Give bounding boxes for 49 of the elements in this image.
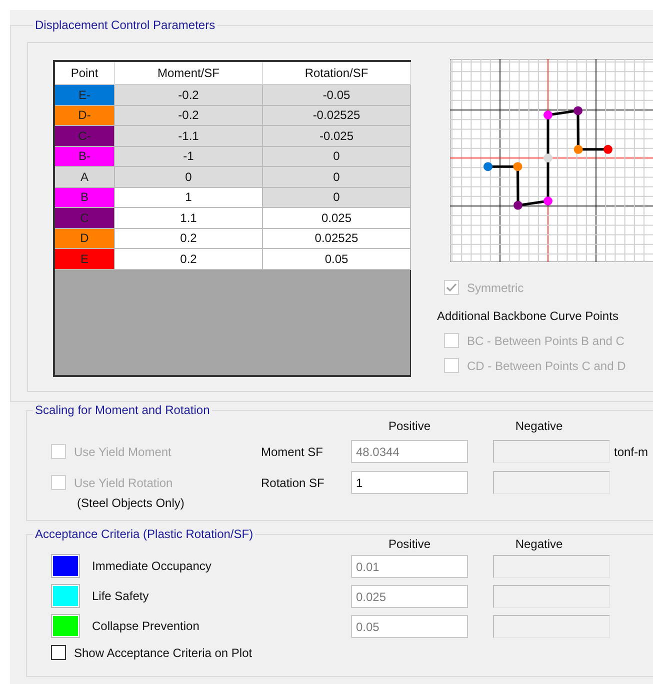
checkbox-label: Use Yield Rotation: [74, 476, 173, 490]
point-cell: C: [55, 208, 115, 228]
color-swatch[interactable]: [51, 614, 80, 638]
color-swatch[interactable]: [51, 584, 80, 608]
color-swatch[interactable]: [51, 554, 80, 578]
column-header: Negative: [514, 419, 564, 435]
checkbox-label: CD - Between Points C and D: [467, 358, 626, 372]
input-field[interactable]: 1: [351, 471, 468, 494]
point-cell: E-: [55, 85, 115, 106]
table-cell[interactable]: 1: [115, 188, 263, 208]
point-cell: E: [55, 249, 115, 270]
point-cell: D: [55, 228, 115, 249]
table-cell[interactable]: 0.02525: [263, 228, 411, 249]
column-header: Point: [55, 62, 115, 85]
checkbox-label: Show Acceptance Criteria on Plot: [74, 646, 252, 660]
group-title: Scaling for Moment and Rotation: [34, 403, 211, 417]
note-text: (Steel Objects Only): [76, 496, 186, 510]
input-field[interactable]: 0.05: [351, 614, 468, 638]
column-header: Rotation/SF: [263, 62, 411, 85]
table-cell[interactable]: 0.2: [115, 228, 263, 249]
unit-label: tonf-m: [613, 444, 650, 458]
point-cell: A: [55, 167, 115, 188]
point-cell: C-: [55, 126, 115, 146]
group-title: Displacement Control Parameters: [34, 18, 216, 32]
table-cell[interactable]: 0.05: [263, 249, 411, 270]
group-title: Acceptance Criteria (Plastic Rotation/SF): [34, 527, 254, 541]
point-cell: B: [55, 188, 115, 208]
table-cell[interactable]: 1.1: [115, 208, 263, 228]
table-cell[interactable]: 0.025: [263, 208, 411, 228]
point-cell: B-: [55, 146, 115, 167]
criteria-label: Life Safety: [92, 589, 149, 603]
checkbox-label: Symmetric: [467, 280, 524, 294]
input-field[interactable]: 0.01: [351, 554, 468, 578]
criteria-label: Immediate Occupancy: [92, 559, 212, 573]
section-label: Additional Backbone Curve Points: [437, 309, 620, 323]
field-label: Rotation SF: [261, 476, 326, 490]
column-header: Positive: [387, 537, 432, 551]
input-field[interactable]: 0.025: [351, 584, 468, 608]
column-header: Moment/SF: [115, 62, 263, 85]
column-header: Positive: [387, 419, 432, 435]
column-header: Negative: [514, 537, 564, 551]
point-cell: D-: [55, 106, 115, 126]
checkbox-label: Use Yield Moment: [74, 444, 172, 458]
checkbox-label: BC - Between Points B and C: [467, 334, 624, 348]
table-cell[interactable]: 0.2: [115, 249, 263, 270]
checkbox[interactable]: [51, 645, 66, 660]
field-label: Moment SF: [261, 444, 324, 458]
criteria-label: Collapse Prevention: [92, 619, 200, 633]
input-field[interactable]: 48.0344: [351, 440, 468, 463]
